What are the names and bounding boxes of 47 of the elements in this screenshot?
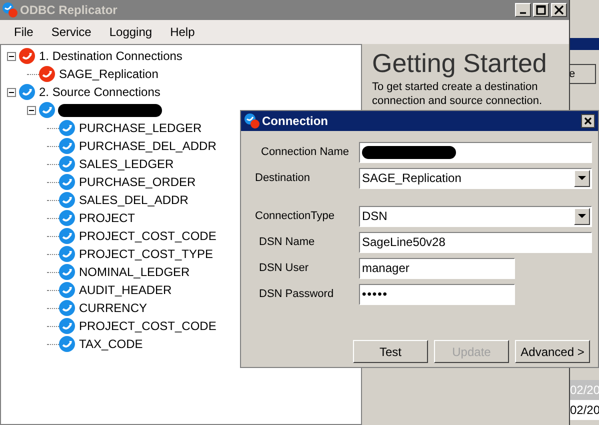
- field-label: Destination: [255, 170, 312, 186]
- tree-item[interactable]: 1. Destination Connections: [39, 47, 182, 65]
- tree-item[interactable]: AUDIT_HEADER: [79, 281, 172, 299]
- tree-item[interactable]: PROJECT_COST_CODE: [79, 317, 216, 335]
- tree-item[interactable]: PURCHASE_DEL_ADDR: [79, 137, 216, 155]
- maximize-icon[interactable]: [533, 3, 549, 17]
- window-title-bar: [570, 38, 599, 50]
- input-field[interactable]: manager: [359, 258, 515, 278]
- tree-item[interactable]: CURRENCY: [79, 299, 148, 317]
- menu-item[interactable]: Help: [162, 23, 203, 41]
- tree-item[interactable]: PURCHASE_ORDER: [79, 173, 196, 191]
- app-icon: [2, 2, 18, 18]
- menu-item[interactable]: File: [6, 23, 42, 41]
- input-field[interactable]: •••••: [359, 284, 515, 304]
- tree-item[interactable]: NOMINAL_LEDGER: [79, 263, 190, 281]
- dialog-button[interactable]: Test: [353, 340, 428, 363]
- dropdown[interactable]: DSN: [359, 206, 592, 226]
- tree-item[interactable]: SALES_LEDGER: [79, 155, 174, 173]
- menu-item[interactable]: Logging: [101, 23, 160, 41]
- app-icon: [244, 113, 260, 129]
- instructions-text: To get started create a destination connection and source connection.: [372, 80, 544, 108]
- expander-icon[interactable]: [27, 106, 36, 114]
- field-label: DSN User: [258, 260, 310, 276]
- minimize-icon[interactable]: [515, 3, 531, 17]
- expander-icon[interactable]: [7, 88, 16, 96]
- field-label: DSN Password: [258, 286, 335, 302]
- dropdown[interactable]: SAGE_Replication: [359, 168, 592, 188]
- expander-icon[interactable]: [7, 52, 16, 60]
- dialog-title: Connection: [262, 113, 329, 130]
- dialog-button[interactable]: Advanced >: [515, 340, 590, 363]
- tree-item[interactable]: PROJECT_COST_CODE: [79, 227, 216, 245]
- tree-item[interactable]: PURCHASE_LEDGER: [79, 119, 202, 137]
- heading: Getting Started: [372, 47, 548, 80]
- window-title: ODBC Replicator: [20, 2, 118, 19]
- tree-item[interactable]: TAX_CODE: [79, 335, 143, 353]
- input-field[interactable]: [359, 142, 592, 162]
- tree-item[interactable]: 2. Source Connections: [39, 83, 160, 101]
- field-label: Connection Name: [260, 144, 350, 160]
- menu-item[interactable]: Service: [43, 23, 100, 41]
- close-icon[interactable]: [581, 114, 595, 128]
- tree-item[interactable]: SAGE_Replication: [59, 65, 158, 83]
- field-label: ConnectionType: [255, 208, 336, 224]
- tree-item[interactable]: PROJECT_COST_TYPE: [79, 245, 214, 263]
- tree-item[interactable]: PROJECT: [79, 209, 136, 227]
- field-label: DSN Name: [258, 234, 316, 250]
- input-field[interactable]: SageLine50v28: [359, 232, 592, 252]
- tree-item[interactable]: SALES_DEL_ADDR: [79, 191, 188, 209]
